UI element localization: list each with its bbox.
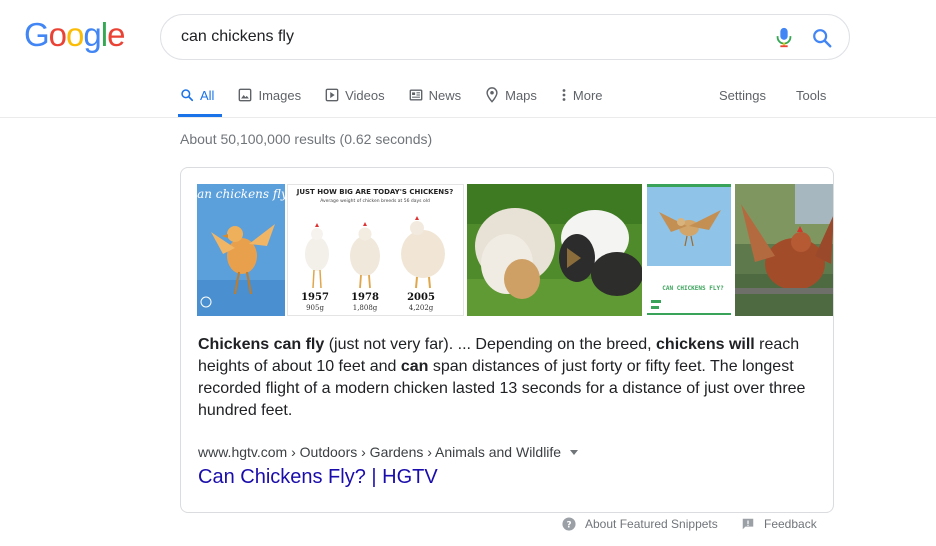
- thumbnail-caption: Can chickens fly?: [197, 187, 285, 201]
- more-vert-icon: [562, 89, 566, 101]
- tab-label: More: [572, 87, 603, 103]
- infographic-year: 1957: [301, 292, 329, 303]
- infographic-weight: 1,808g: [353, 304, 378, 312]
- tab-news[interactable]: News: [409, 84, 462, 106]
- infographic-weight: 4,202g: [409, 304, 434, 312]
- tab-more[interactable]: More: [561, 84, 603, 106]
- feedback-link[interactable]: Feedback: [741, 517, 817, 531]
- logo-letter: G: [24, 16, 50, 53]
- help-icon: ?: [562, 517, 576, 531]
- search-icon: [181, 89, 194, 102]
- result-url: www.hgtv.com › Outdoors › Gardens › Anim…: [198, 444, 562, 460]
- tab-all[interactable]: All: [180, 84, 214, 106]
- tab-images[interactable]: Images: [238, 84, 301, 106]
- search-tabs: All Images Videos News Maps More: [180, 84, 627, 108]
- infographic-year: 1978: [351, 292, 379, 303]
- logo-letter: o: [48, 16, 67, 53]
- tab-label: Maps: [505, 87, 537, 103]
- infographic-year: 2005: [407, 292, 435, 303]
- result-stats: About 50,100,000 results (0.62 seconds): [180, 131, 433, 147]
- search-input[interactable]: [181, 26, 741, 48]
- infographic-subtitle: Average weight of chicken breeds at 56 d…: [320, 198, 430, 204]
- caret-down-icon[interactable]: [570, 449, 579, 455]
- tab-maps[interactable]: Maps: [485, 84, 537, 106]
- image-thumbnail[interactable]: CAN CHICKENS FLY?: [645, 184, 733, 316]
- tab-label: News: [428, 87, 462, 103]
- newspaper-icon: [409, 89, 422, 101]
- tab-label: Videos: [345, 87, 385, 103]
- image-thumbnail[interactable]: JUST HOW BIG ARE TODAY'S CHICKENS? Avera…: [287, 184, 464, 316]
- infographic-weight: 905g: [306, 304, 324, 312]
- play-icon: [325, 88, 339, 102]
- tools-link[interactable]: Tools: [796, 84, 826, 106]
- feedback-label: Feedback: [764, 517, 817, 531]
- tab-videos[interactable]: Videos: [325, 84, 385, 106]
- image-strip: Can chickens fly? JUST HOW BIG ARE TODAY…: [197, 184, 833, 316]
- map-pin-icon: [486, 87, 498, 103]
- snippet-segment: (just not very far). ... Depending on th…: [324, 336, 657, 353]
- header-divider: [0, 117, 936, 118]
- image-icon: [239, 88, 252, 102]
- snippet-text: Chickens can fly (just not very far). ..…: [198, 334, 818, 422]
- thumbnail-caption: CAN CHICKENS FLY?: [662, 285, 724, 292]
- snippet-highlight: Chickens can fly: [198, 336, 325, 353]
- tab-label: All: [200, 87, 215, 103]
- about-featured-snippets[interactable]: ? About Featured Snippets: [562, 517, 718, 531]
- search-icon[interactable]: [811, 27, 833, 49]
- image-thumbnail[interactable]: Can chickens fly?: [197, 184, 285, 316]
- result-title-link[interactable]: Can Chickens Fly? | HGTV: [198, 466, 438, 489]
- settings-link[interactable]: Settings: [719, 84, 766, 106]
- google-logo[interactable]: Google: [24, 16, 125, 53]
- logo-letter: o: [66, 16, 84, 53]
- image-thumbnail[interactable]: [467, 184, 642, 316]
- snippet-highlight: chickens will: [656, 336, 755, 353]
- result-breadcrumb: www.hgtv.com › Outdoors › Gardens › Anim…: [198, 444, 579, 460]
- microphone-icon[interactable]: [775, 27, 793, 49]
- logo-letter: e: [107, 16, 125, 53]
- search-tools: Settings Tools: [719, 84, 856, 106]
- snippet-highlight: can: [400, 358, 429, 375]
- logo-letter: g: [83, 16, 101, 53]
- svg-text:?: ?: [566, 521, 571, 531]
- tab-label: Images: [258, 87, 302, 103]
- featured-snippet: Can chickens fly? JUST HOW BIG ARE TODAY…: [180, 167, 834, 513]
- infographic-heading: JUST HOW BIG ARE TODAY'S CHICKENS?: [296, 188, 454, 196]
- about-featured-snippets-label: About Featured Snippets: [585, 517, 718, 531]
- feedback-icon: [742, 518, 754, 530]
- search-bar: [160, 14, 850, 60]
- image-thumbnail[interactable]: [735, 184, 833, 316]
